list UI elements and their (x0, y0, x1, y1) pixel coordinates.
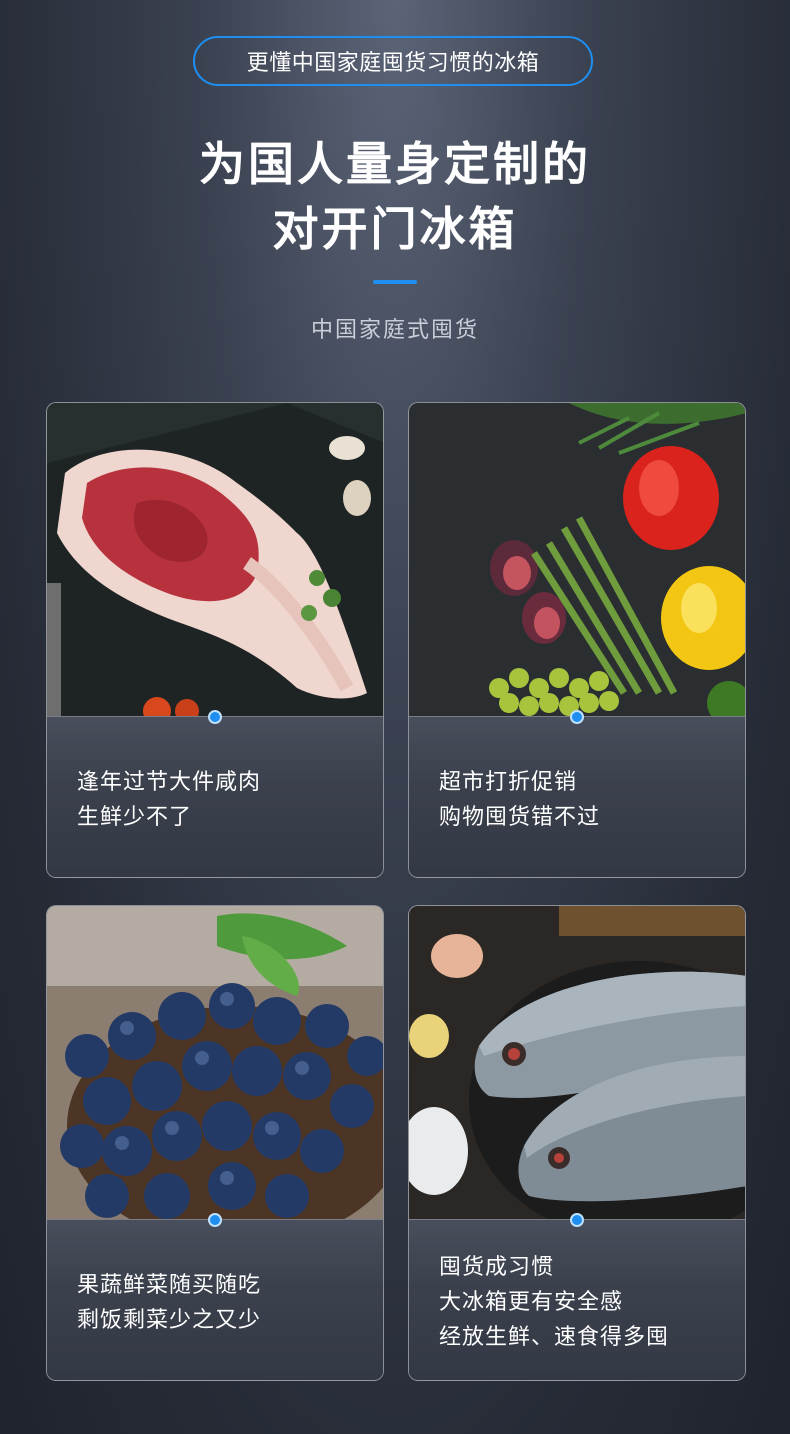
tagline-badge: 更懂中国家庭囤货习惯的冰箱 (193, 36, 593, 86)
feature-card-stockpile: 囤货成习惯 大冰箱更有安全感 经放生鲜、速食得多囤 (408, 905, 746, 1381)
feature-card-meat: 逢年过节大件咸肉 生鲜少不了 (46, 402, 384, 878)
caption-line: 生鲜少不了 (77, 805, 193, 830)
blueberries-photo (47, 906, 383, 1219)
caption-line: 逢年过节大件咸肉 (77, 770, 262, 795)
caption-line: 大冰箱更有安全感 (439, 1290, 624, 1315)
card-caption: 囤货成习惯 大冰箱更有安全感 经放生鲜、速食得多囤 (409, 1213, 745, 1380)
caption-line: 购物囤货错不过 (439, 805, 601, 830)
caption-line: 剩饭剩菜少之又少 (77, 1308, 262, 1333)
feature-card-produce: 果蔬鲜菜随买随吃 剩饭剩菜少之又少 (46, 905, 384, 1381)
caption-dot (570, 710, 584, 724)
section-subtitle: 中国家庭式囤货 (310, 318, 479, 343)
page-title-line1: 为国人量身定制的 (199, 137, 591, 191)
caption-dot (208, 710, 222, 724)
vegetables-fruits-photo (409, 403, 745, 716)
ribeye-steak-photo (47, 403, 383, 716)
accent-divider (373, 280, 417, 284)
caption-dot (570, 1213, 584, 1227)
card-caption: 果蔬鲜菜随买随吃 剩饭剩菜少之又少 (47, 1213, 383, 1380)
feature-card-groceries: 超市打折促销 购物囤货错不过 (408, 402, 746, 878)
caption-line: 囤货成习惯 (439, 1255, 555, 1280)
caption-dot (208, 1213, 222, 1227)
card-caption: 逢年过节大件咸肉 生鲜少不了 (47, 710, 383, 877)
fresh-fish-photo (409, 906, 745, 1219)
caption-line: 经放生鲜、速食得多囤 (439, 1325, 670, 1350)
card-caption: 超市打折促销 购物囤货错不过 (409, 710, 745, 877)
caption-line: 超市打折促销 (439, 770, 578, 795)
tagline-text: 更懂中国家庭囤货习惯的冰箱 (246, 51, 540, 76)
page-title-line2: 对开门冰箱 (272, 202, 518, 256)
caption-line: 果蔬鲜菜随买随吃 (77, 1273, 262, 1298)
